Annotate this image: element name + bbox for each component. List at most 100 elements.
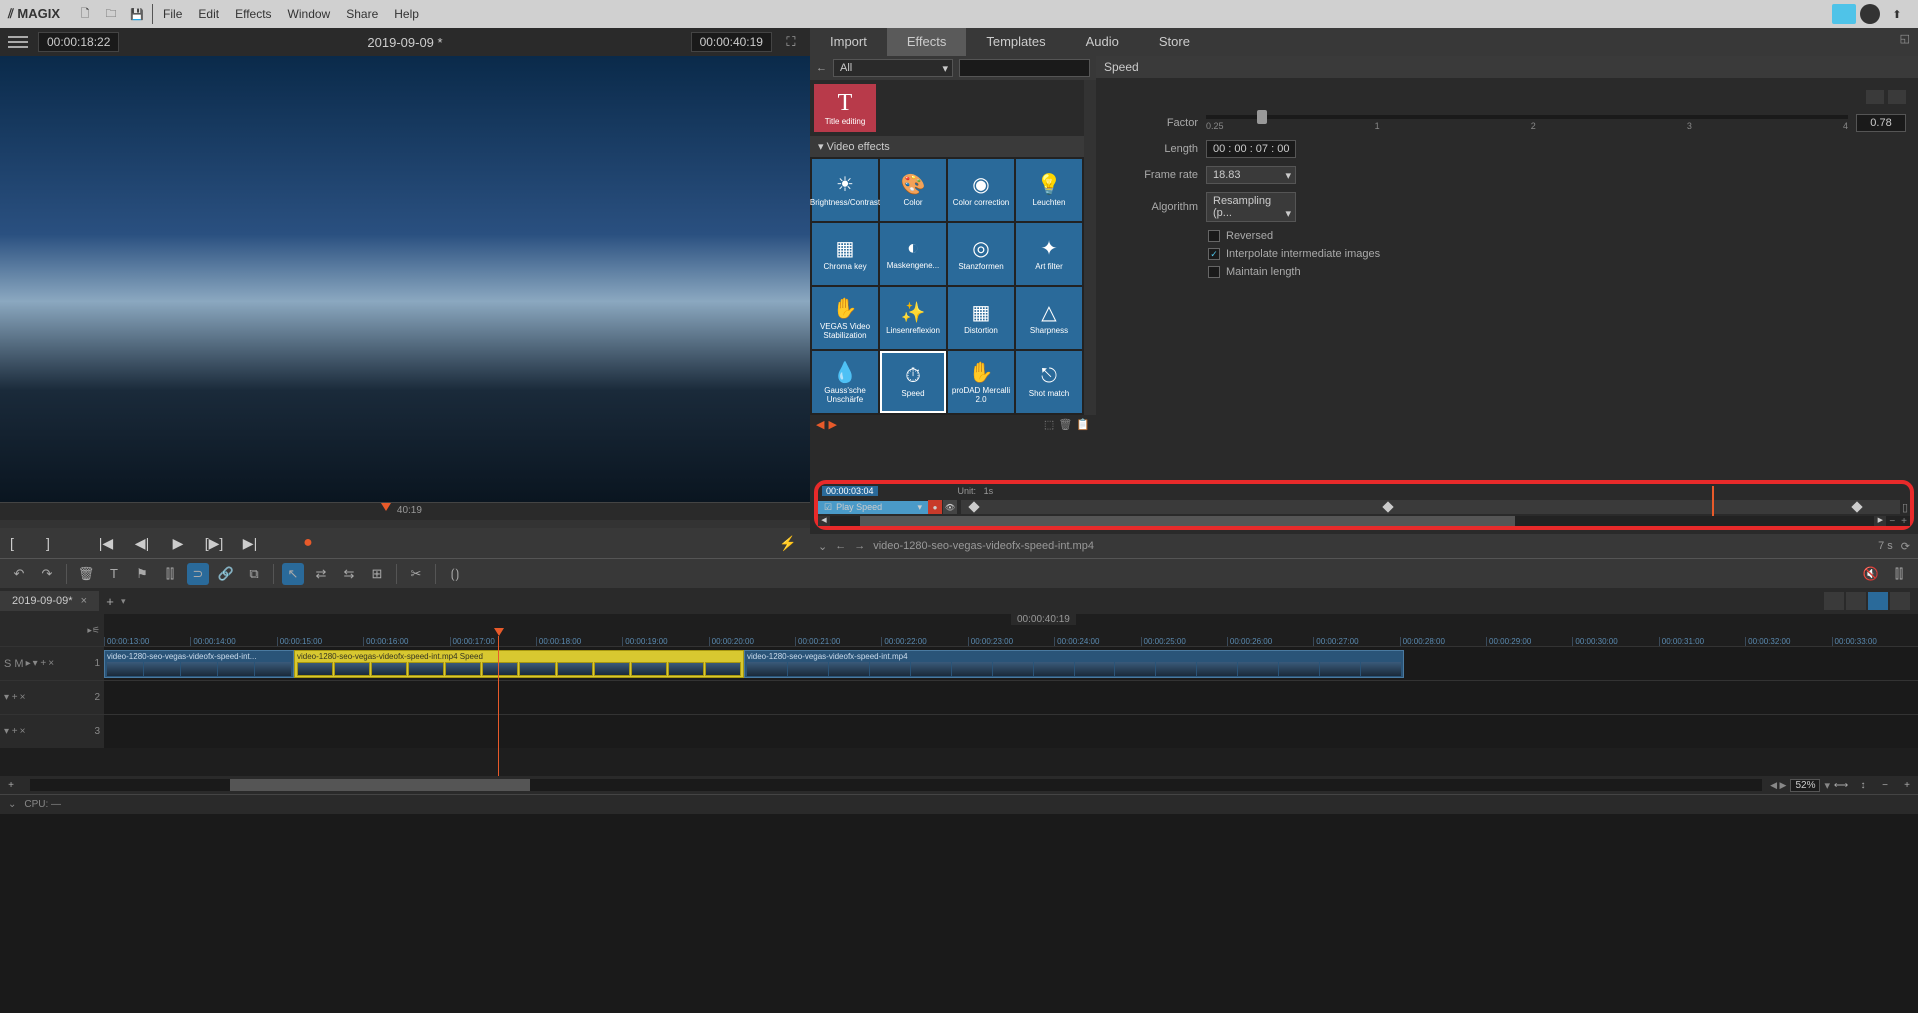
preview-expand-icon[interactable]: ⛶	[780, 31, 802, 53]
fx-nav-fwd-icon[interactable]: ▶	[828, 418, 836, 431]
vscroll-collapse-icon[interactable]: ⌄	[8, 799, 16, 810]
chapter-icon[interactable]: ⫿⫿	[159, 563, 181, 585]
fx-gaussian-blur[interactable]: 💧Gauss'sche Unschärfe	[812, 351, 878, 413]
keyframe-playhead[interactable]	[1712, 486, 1714, 516]
zoom-fit-icon[interactable]: ⟷	[1830, 774, 1852, 796]
view-multicam-icon[interactable]	[1890, 592, 1910, 610]
undo-icon[interactable]: ↶	[8, 563, 30, 585]
slip-tool-icon[interactable]: ⇆	[338, 563, 360, 585]
fx-preset-icon[interactable]: ⬚	[1044, 418, 1054, 431]
project-tab-close-icon[interactable]: ×	[81, 595, 87, 607]
track-body-2[interactable]	[104, 681, 1918, 714]
track-master-options-icon[interactable]: ▸⚟	[87, 625, 100, 636]
ripple-edit-icon[interactable]: ⇄	[310, 563, 332, 585]
fx-color-correction[interactable]: ◉Color correction	[948, 159, 1014, 221]
algorithm-select[interactable]: Resampling (p...	[1206, 192, 1296, 222]
fx-delete-icon[interactable]: 🗑	[1058, 418, 1072, 431]
view-timeline-icon[interactable]	[1868, 592, 1888, 610]
fx-copy-icon[interactable]: 📋	[1076, 418, 1090, 431]
go-start-icon[interactable]: |◀	[94, 531, 118, 555]
view-storyboard-icon[interactable]	[1824, 592, 1844, 610]
fx-nav-back-icon[interactable]: ◀	[816, 418, 824, 431]
mark-out-icon[interactable]: ]	[36, 531, 60, 555]
menu-effects[interactable]: Effects	[235, 7, 271, 21]
track-delete-icon[interactable]: ×	[20, 692, 26, 703]
timeline-ruler[interactable]: 00:00:40:19 00:00:13:0000:00:14:0000:00:…	[104, 614, 1918, 646]
tab-import[interactable]: Import	[810, 28, 887, 56]
track-target-icon[interactable]: ▸	[26, 658, 31, 669]
vzoom-icon[interactable]: ↕	[1852, 774, 1874, 796]
effects-back-icon[interactable]: ←	[816, 62, 827, 74]
fx-chroma-key[interactable]: ▦Chroma key	[812, 223, 878, 285]
mute-icon[interactable]: 🔇	[1860, 563, 1882, 585]
framerate-select[interactable]: 18.83	[1206, 166, 1296, 184]
length-input[interactable]: 00 : 00 : 07 : 00	[1206, 140, 1296, 158]
prev-frame-icon[interactable]: ◀|	[130, 531, 154, 555]
fx-sharpness[interactable]: △Sharpness	[1016, 287, 1082, 349]
keyframe-param-dropdown[interactable]: ☑Play Speed▾	[818, 501, 928, 514]
timeline-zoom[interactable]: 52%	[1790, 779, 1820, 792]
select-tool-icon[interactable]: ↖	[282, 563, 304, 585]
fx-art-filter[interactable]: ✦Art filter	[1016, 223, 1082, 285]
track-body-1[interactable]: video-1280-seo-vegas-videofx-speed-int..…	[104, 647, 1918, 680]
record-icon[interactable]: ●	[296, 531, 320, 555]
fx-leuchten[interactable]: 💡Leuchten	[1016, 159, 1082, 221]
tab-effects[interactable]: Effects	[887, 28, 967, 56]
menu-help[interactable]: Help	[394, 7, 419, 21]
fx-lens-reflection[interactable]: ✨Linsenreflexion	[880, 287, 946, 349]
tab-audio[interactable]: Audio	[1066, 28, 1139, 56]
mark-in-icon[interactable]: [	[0, 531, 24, 555]
props-view-toggle-1[interactable]	[1866, 90, 1884, 104]
object-collapse-icon[interactable]: ⌄	[818, 540, 827, 553]
snap-icon[interactable]: ⟮⟯	[444, 563, 466, 585]
keyframe-record-icon[interactable]: ●	[928, 500, 942, 514]
factor-value[interactable]: 0.78	[1856, 114, 1906, 132]
play-icon[interactable]: ▶	[166, 531, 190, 555]
video-clip-selected[interactable]: video-1280-seo-vegas-videofx-speed-int.m…	[294, 650, 744, 678]
fx-distortion[interactable]: ▦Distortion	[948, 287, 1014, 349]
keyframe-marker[interactable]	[969, 501, 980, 512]
go-end-icon[interactable]: ▶|	[238, 531, 262, 555]
reversed-checkbox[interactable]	[1208, 230, 1220, 242]
save-icon[interactable]: 💾	[127, 4, 147, 24]
fx-prodad-mercalli[interactable]: ✋proDAD Mercalli 2.0	[948, 351, 1014, 413]
fx-vegas-stabilization[interactable]: ✋VEGAS Video Stabilization	[812, 287, 878, 349]
keyframe-timecode[interactable]: 00:00:03:04	[822, 486, 878, 496]
link-icon[interactable]: 🔗	[215, 563, 237, 585]
factor-slider[interactable]	[1206, 115, 1848, 119]
timeline-playhead-icon[interactable]	[494, 628, 504, 636]
keyframe-marker[interactable]	[1382, 501, 1393, 512]
menu-edit[interactable]: Edit	[198, 7, 219, 21]
open-folder-icon[interactable]: 🗀	[101, 4, 121, 24]
timeline-h-scrollbar[interactable]	[30, 779, 1762, 791]
timecode-in[interactable]: 00:00:18:22	[38, 32, 119, 52]
title-tool-icon[interactable]: T	[103, 563, 125, 585]
keyframe-eye-icon[interactable]: 👁	[943, 500, 957, 514]
multi-select-icon[interactable]: ⊞	[366, 563, 388, 585]
fx-color[interactable]: 🎨Color	[880, 159, 946, 221]
menu-window[interactable]: Window	[288, 7, 331, 21]
keyframe-zoom-out-icon[interactable]: −	[1886, 516, 1898, 526]
add-project-icon[interactable]: +	[99, 590, 121, 612]
fx-stanzformen[interactable]: ◎Stanzformen	[948, 223, 1014, 285]
object-next-icon[interactable]: →	[854, 540, 865, 552]
settings-gear-icon[interactable]	[1860, 4, 1880, 24]
mixer-icon[interactable]: ⫿⫿	[1888, 563, 1910, 585]
tab-store[interactable]: Store	[1139, 28, 1210, 56]
fx-brightness-contrast[interactable]: ☀Brightness/Contrast	[812, 159, 878, 221]
video-clip[interactable]: video-1280-seo-vegas-videofx-speed-int.m…	[744, 650, 1404, 678]
new-file-icon[interactable]: 🗋	[75, 4, 95, 24]
menu-file[interactable]: File	[163, 7, 182, 21]
add-track-icon[interactable]: +	[0, 774, 22, 796]
title-editing-tile[interactable]: T Title editing	[814, 84, 876, 132]
fx-speed[interactable]: ⏱Speed	[880, 351, 946, 413]
panel-detach-icon[interactable]: ◱	[1900, 32, 1910, 56]
interpolate-checkbox[interactable]	[1208, 248, 1220, 260]
render-preview-icon[interactable]: ⚡	[776, 531, 800, 555]
preview-playhead-icon[interactable]	[381, 503, 391, 511]
keyframe-collapse-icon[interactable]: ▯	[1900, 501, 1910, 514]
keyframe-scrollbar[interactable]: ◀ ▶ − +	[818, 516, 1910, 526]
effects-category-dropdown[interactable]: All	[833, 59, 953, 77]
track-header-2[interactable]: ▾ +× 2	[0, 681, 104, 714]
delete-icon[interactable]: 🗑	[75, 563, 97, 585]
